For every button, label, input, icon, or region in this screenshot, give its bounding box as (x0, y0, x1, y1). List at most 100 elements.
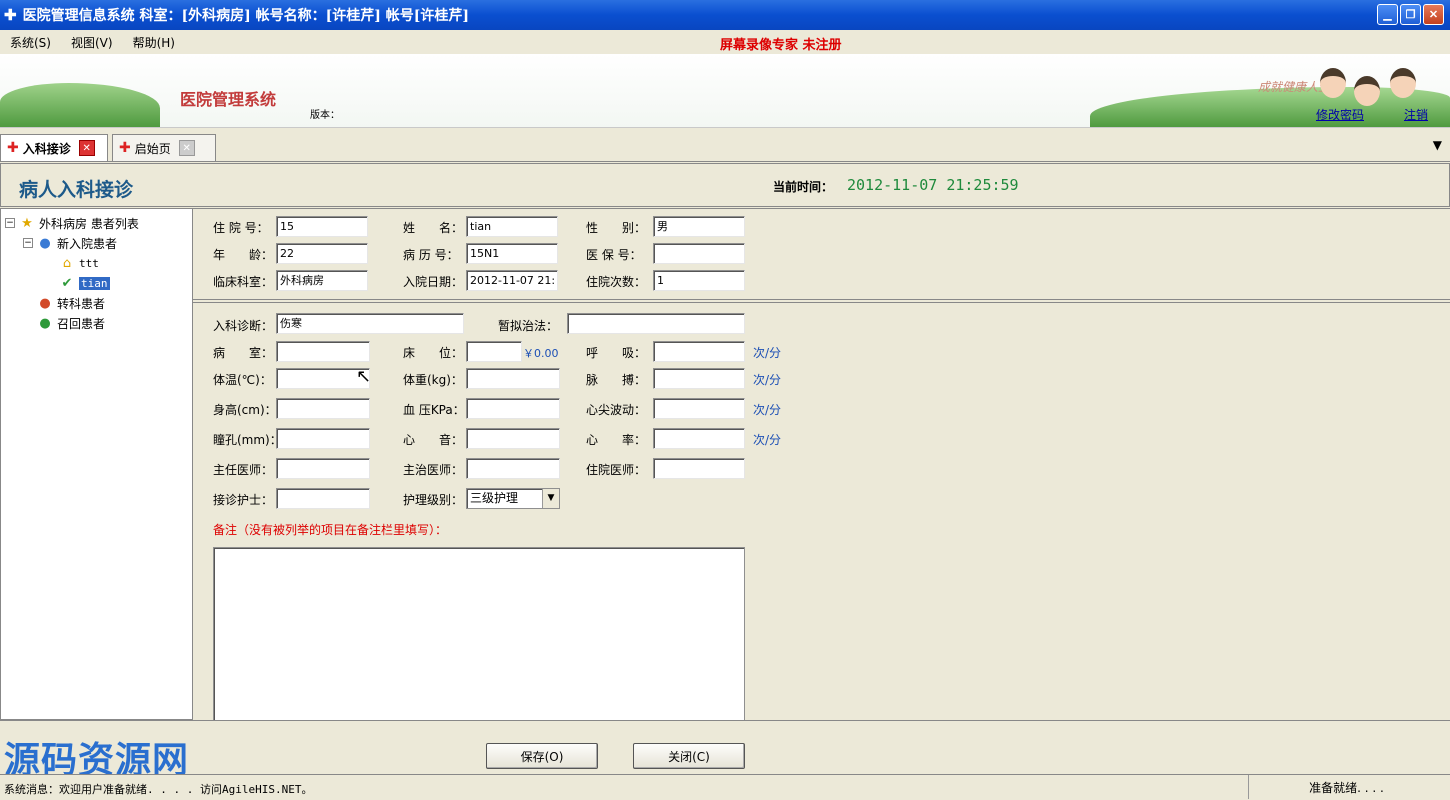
name-label: 姓 名： (403, 221, 464, 235)
current-time-value: 2012-11-07 21:25:59 (847, 176, 1019, 194)
heart-rate-label: 心 率： (586, 433, 647, 447)
heart-sound-field[interactable] (466, 428, 560, 449)
care-level-value: 三级护理 (470, 491, 519, 505)
status-message: 系统消息：欢迎用户准备就绪. . . . 访问AgileHIS.NET。 (4, 783, 313, 796)
tab-admission[interactable]: ✚ 入科接诊 ✕ (0, 134, 108, 161)
age-label: 年 龄： (213, 248, 274, 262)
name-field[interactable]: tian (466, 216, 558, 237)
admit-date-label: 入院日期： (403, 275, 464, 289)
record-no-field[interactable]: 15N1 (466, 243, 558, 264)
attending-label: 主治医师： (403, 463, 464, 477)
tab-bar: ✚ 入科接诊 ✕ ✚ 启始页 ✕ ▼ (0, 130, 1450, 162)
banner-hills-left (0, 83, 160, 127)
menu-view[interactable]: 视图(V) (61, 34, 123, 51)
tab-close-icon[interactable]: ✕ (78, 140, 95, 156)
patient-group-icon: ● (39, 295, 51, 311)
tree-patient-item[interactable]: ⌂ ttt (1, 253, 192, 273)
gender-label: 性 别： (586, 221, 647, 235)
admit-date-field[interactable]: 2012-11-07 21: (466, 270, 558, 291)
close-button[interactable]: 关闭(C) (633, 743, 745, 769)
check-icon: ✔ (61, 275, 73, 291)
insurance-no-field[interactable] (653, 243, 745, 264)
admit-count-label: 住院次数： (586, 275, 647, 289)
tab-start-page[interactable]: ✚ 启始页 ✕ (112, 134, 216, 161)
change-password-link[interactable]: 修改密码 (1316, 106, 1364, 123)
tree-root[interactable]: − ★ 外科病房 患者列表 (1, 213, 192, 233)
nurse-field[interactable] (276, 488, 370, 509)
tree-node-label: 转科患者 (57, 296, 106, 311)
pupil-label: 瞳孔(mm)： (213, 433, 282, 447)
tab-list-dropdown-icon[interactable]: ▼ (1433, 138, 1442, 152)
collapse-icon[interactable]: − (23, 238, 33, 248)
nurse-label: 接诊护士： (213, 493, 274, 507)
bed-field[interactable] (466, 341, 522, 362)
heart-rate-unit: 次/分 (753, 433, 782, 447)
close-window-button[interactable]: ✕ (1423, 4, 1444, 25)
action-bar: 源码资源网 保存(O) 关闭(C) (0, 720, 1450, 781)
pulse-label: 脉 搏： (586, 373, 647, 387)
status-ready: 准备就绪. . . . (1248, 775, 1444, 799)
menu-system[interactable]: 系统(S) (0, 34, 61, 51)
app-banner: 医院管理系统 版本： 成就健康人生 修改密码 注销 (0, 54, 1450, 128)
dropdown-arrow-icon[interactable]: ▼ (542, 489, 559, 508)
resident-label: 住院医师： (586, 463, 647, 477)
bp-field[interactable] (466, 398, 560, 419)
record-no-label: 病 历 号： (403, 248, 459, 262)
age-field[interactable]: 22 (276, 243, 368, 264)
tree-root-label: 外科病房 患者列表 (39, 216, 139, 231)
dept-field[interactable]: 外科病房 (276, 270, 368, 291)
gender-field[interactable]: 男 (653, 216, 745, 237)
page-title: 病人入科接诊 (19, 179, 134, 201)
diagnosis-field[interactable]: 伤寒 (276, 313, 464, 334)
system-name: 医院管理系统 (180, 90, 277, 109)
bed-label: 床 位： (403, 346, 464, 360)
bed-price: ￥0.00 (523, 347, 559, 360)
tree-node-new-patients[interactable]: − ● 新入院患者 (1, 233, 192, 253)
ward-field[interactable] (276, 341, 370, 362)
restore-button[interactable]: ❐ (1400, 4, 1421, 25)
window-titlebar: ✚ 医院管理信息系统 科室：[外科病房] 帐号名称：[许桂芹] 帐号[许桂芹] … (0, 0, 1450, 30)
admit-count-field[interactable]: 1 (653, 270, 745, 291)
attending-field[interactable] (466, 458, 560, 479)
inpatient-no-field[interactable]: 15 (276, 216, 368, 237)
apex-field[interactable] (653, 398, 745, 419)
apex-label: 心尖波动： (586, 403, 647, 417)
treatment-field[interactable] (567, 313, 745, 334)
bp-label: 血 压KPa： (403, 403, 465, 417)
weight-field[interactable] (466, 368, 560, 389)
pulse-field[interactable] (653, 368, 745, 389)
star-icon: ★ (21, 215, 33, 231)
current-time-label: 当前时间： (773, 180, 834, 194)
minimize-button[interactable]: ▁ (1377, 4, 1398, 25)
insurance-no-label: 医 保 号： (586, 248, 642, 262)
tab-label: 入科接诊 (22, 141, 71, 156)
version-label: 版本： (310, 110, 340, 121)
tree-node-recall[interactable]: ● 召回患者 (1, 313, 192, 333)
tree-node-transfer[interactable]: ● 转科患者 (1, 293, 192, 313)
menu-bar: 系统(S) 视图(V) 帮助(H) 屏幕录像专家 未注册 (0, 30, 1450, 54)
app-cross-icon: ✚ (4, 6, 17, 24)
patient-group-icon: ● (39, 315, 51, 331)
chief-doctor-label: 主任医师： (213, 463, 274, 477)
tab-close-icon[interactable]: ✕ (178, 140, 195, 156)
pulse-unit: 次/分 (753, 373, 782, 387)
menu-help[interactable]: 帮助(H) (123, 34, 185, 51)
remark-label: 备注（没有被列举的项目在备注栏里填写）： (213, 523, 448, 537)
collapse-icon[interactable]: − (5, 218, 15, 228)
logout-link[interactable]: 注销 (1404, 106, 1428, 123)
ward-label: 病 室： (213, 346, 274, 360)
temperature-label: 体温(℃)： (213, 373, 272, 387)
care-level-label: 护理级别： (403, 493, 464, 507)
resident-field[interactable] (653, 458, 745, 479)
heart-rate-field[interactable] (653, 428, 745, 449)
care-level-select[interactable]: 三级护理 ▼ (466, 488, 560, 509)
tree-patient-item-selected[interactable]: ✔ tian (1, 273, 192, 293)
dept-label: 临床科室： (213, 275, 274, 289)
pupil-field[interactable] (276, 428, 370, 449)
respiration-label: 呼 吸： (586, 346, 647, 360)
remark-textarea[interactable] (213, 547, 745, 721)
save-button[interactable]: 保存(O) (486, 743, 598, 769)
height-field[interactable] (276, 398, 370, 419)
respiration-field[interactable] (653, 341, 745, 362)
chief-doctor-field[interactable] (276, 458, 370, 479)
